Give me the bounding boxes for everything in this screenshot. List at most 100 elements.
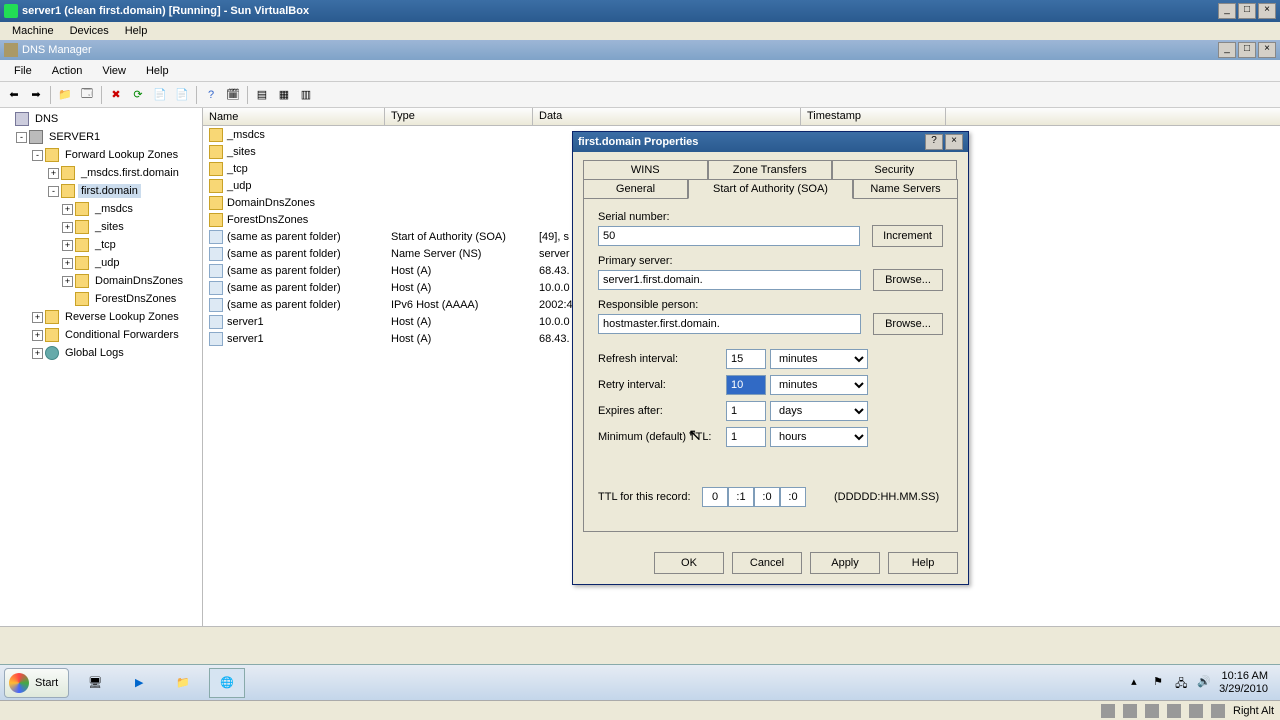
tray-chevron-icon[interactable]: ▴	[1131, 675, 1147, 691]
taskbar-explorer-icon[interactable]: 📁	[165, 668, 201, 698]
col-type[interactable]: Type	[385, 108, 533, 125]
tree-sub[interactable]: ForestDnsZones	[92, 292, 179, 306]
tree-toggle[interactable]: -	[32, 150, 43, 161]
tray-network-icon[interactable]: 🖧	[1175, 675, 1191, 691]
serial-input[interactable]	[598, 226, 860, 246]
back-button[interactable]: ⬅	[4, 85, 24, 105]
vbox-net-icon[interactable]	[1145, 704, 1159, 718]
col-name[interactable]: Name	[203, 108, 385, 125]
tree-zone-firstdomain[interactable]: first.domain	[78, 184, 141, 198]
vbox-cd-icon[interactable]	[1123, 704, 1137, 718]
view1-button[interactable]: ▤	[252, 85, 272, 105]
tree-sub[interactable]: DomainDnsZones	[92, 274, 186, 288]
vbox-hd-icon[interactable]	[1101, 704, 1115, 718]
minttl-unit-select[interactable]: hours	[770, 427, 868, 447]
cancel-button[interactable]: Cancel	[732, 552, 802, 574]
tray-clock[interactable]: 10:16 AM 3/29/2010	[1219, 670, 1268, 696]
help-button[interactable]: ?	[201, 85, 221, 105]
tab-general[interactable]: General	[583, 179, 688, 198]
tab-zone-transfers[interactable]: Zone Transfers	[708, 160, 833, 179]
vbox-menu-help[interactable]: Help	[117, 23, 156, 39]
tab-wins[interactable]: WINS	[583, 160, 708, 179]
refresh-button[interactable]: ⟳	[128, 85, 148, 105]
tree-toggle[interactable]: -	[16, 132, 27, 143]
vbox-minimize-button[interactable]: _	[1218, 3, 1236, 19]
help-button[interactable]: Help	[888, 552, 958, 574]
tree-dns-root[interactable]: DNS	[32, 112, 61, 126]
tree-toggle[interactable]: +	[62, 204, 73, 215]
tree-toggle[interactable]: +	[62, 258, 73, 269]
resp-input[interactable]	[598, 314, 861, 334]
taskbar-dns-icon[interactable]: 🌐	[209, 668, 245, 698]
dns-close-button[interactable]: ×	[1258, 42, 1276, 58]
retry-value-input[interactable]	[726, 375, 766, 395]
properties-close-button[interactable]: ×	[945, 134, 963, 150]
tree-toggle[interactable]: +	[32, 312, 43, 323]
expires-value-input[interactable]	[726, 401, 766, 421]
vbox-close-button[interactable]: ×	[1258, 3, 1276, 19]
tree-flz[interactable]: Forward Lookup Zones	[62, 148, 181, 162]
ttl-days-input[interactable]	[702, 487, 728, 507]
vbox-usb-icon[interactable]	[1167, 704, 1181, 718]
vbox-shared-icon[interactable]	[1189, 704, 1203, 718]
dns-minimize-button[interactable]: _	[1218, 42, 1236, 58]
col-data[interactable]: Data	[533, 108, 801, 125]
vbox-menu-machine[interactable]: Machine	[4, 23, 62, 39]
properties-button[interactable]: 🗔	[77, 85, 97, 105]
tab-soa[interactable]: Start of Authority (SOA)	[688, 179, 853, 199]
dns-menu-help[interactable]: Help	[136, 62, 179, 80]
filter-button[interactable]: 🗓	[223, 85, 243, 105]
tree-sub[interactable]: _msdcs	[92, 202, 136, 216]
start-button[interactable]: Start	[4, 668, 69, 698]
tree-toggle[interactable]: +	[32, 330, 43, 341]
export-button[interactable]: 📄	[150, 85, 170, 105]
dns-menu-view[interactable]: View	[92, 62, 136, 80]
tree-toggle[interactable]: +	[62, 276, 73, 287]
delete-button[interactable]: ✖	[106, 85, 126, 105]
new-button[interactable]: 📄	[172, 85, 192, 105]
refresh-value-input[interactable]	[726, 349, 766, 369]
tree-toggle[interactable]: +	[32, 348, 43, 359]
vbox-menu-devices[interactable]: Devices	[62, 23, 117, 39]
dns-maximize-button[interactable]: □	[1238, 42, 1256, 58]
tree-pane[interactable]: DNS -SERVER1 -Forward Lookup Zones +_msd…	[0, 108, 203, 626]
up-button[interactable]: 📁	[55, 85, 75, 105]
tree-cf[interactable]: Conditional Forwarders	[62, 328, 182, 342]
tree-zone[interactable]: _msdcs.first.domain	[78, 166, 182, 180]
forward-button[interactable]: ➡	[26, 85, 46, 105]
tree-server[interactable]: SERVER1	[46, 130, 103, 144]
dns-menu-action[interactable]: Action	[42, 62, 93, 80]
tray-volume-icon[interactable]: 🔊	[1197, 675, 1213, 691]
ok-button[interactable]: OK	[654, 552, 724, 574]
retry-unit-select[interactable]: minutes	[770, 375, 868, 395]
tree-toggle[interactable]: +	[62, 222, 73, 233]
minttl-value-input[interactable]	[726, 427, 766, 447]
primary-input[interactable]	[598, 270, 861, 290]
browse-resp-button[interactable]: Browse...	[873, 313, 943, 335]
vbox-maximize-button[interactable]: □	[1238, 3, 1256, 19]
tree-sub[interactable]: _udp	[92, 256, 122, 270]
properties-help-button[interactable]: ?	[925, 134, 943, 150]
expires-unit-select[interactable]: days	[770, 401, 868, 421]
view2-button[interactable]: ▦	[274, 85, 294, 105]
view3-button[interactable]: ▥	[296, 85, 316, 105]
browse-primary-button[interactable]: Browse...	[873, 269, 943, 291]
taskbar-server-manager-icon[interactable]: 🖥	[77, 668, 113, 698]
tab-security[interactable]: Security	[832, 160, 957, 179]
apply-button[interactable]: Apply	[810, 552, 880, 574]
col-timestamp[interactable]: Timestamp	[801, 108, 946, 125]
tree-sub[interactable]: _sites	[92, 220, 127, 234]
tab-name-servers[interactable]: Name Servers	[853, 179, 958, 198]
tree-toggle[interactable]: +	[62, 240, 73, 251]
tree-rlz[interactable]: Reverse Lookup Zones	[62, 310, 182, 324]
ttl-secs-input[interactable]	[780, 487, 806, 507]
tree-gl[interactable]: Global Logs	[62, 346, 127, 360]
ttl-hours-input[interactable]	[728, 487, 754, 507]
refresh-unit-select[interactable]: minutes	[770, 349, 868, 369]
taskbar-powershell-icon[interactable]: ▶	[121, 668, 157, 698]
increment-button[interactable]: Increment	[872, 225, 943, 247]
dns-menu-file[interactable]: File	[4, 62, 42, 80]
tray-action-center-icon[interactable]: ⚑	[1153, 675, 1169, 691]
tree-sub[interactable]: _tcp	[92, 238, 119, 252]
properties-titlebar[interactable]: first.domain Properties ? ×	[573, 132, 968, 152]
